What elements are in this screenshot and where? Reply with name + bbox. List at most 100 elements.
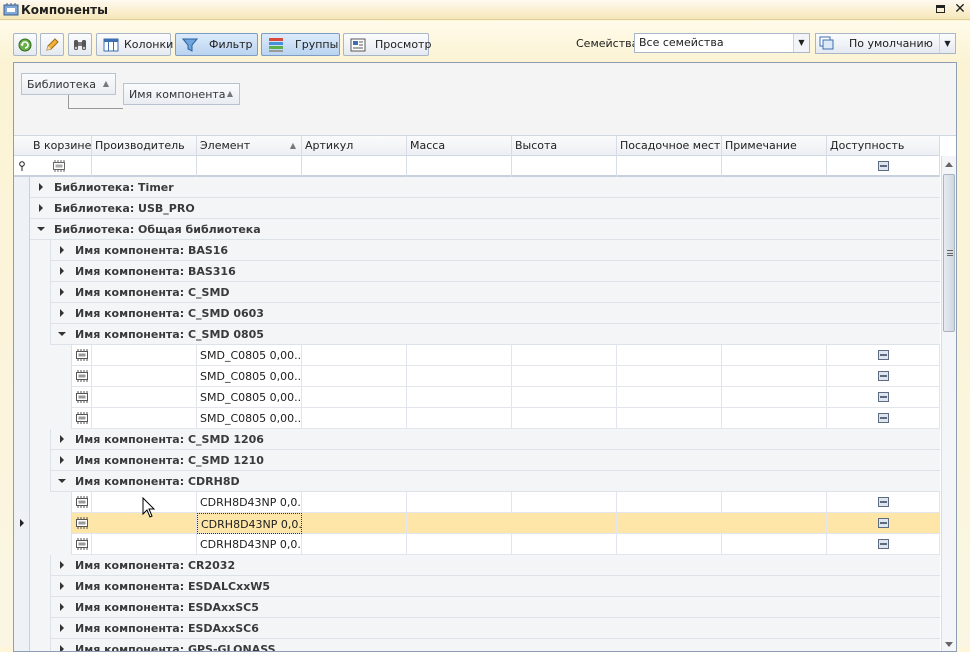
cell-element[interactable]: SMD_C0805 0,00... (197, 387, 302, 408)
expand-arrow-icon[interactable] (60, 624, 64, 632)
cell-note[interactable] (722, 492, 827, 513)
cell-availability[interactable] (827, 408, 940, 429)
cell-mass[interactable] (407, 408, 512, 429)
column-header-height[interactable]: Высота (512, 136, 617, 156)
cell-mass[interactable] (407, 492, 512, 513)
chevron-down-icon[interactable]: ▼ (939, 34, 955, 53)
cell-article[interactable] (302, 534, 407, 555)
cell-in-basket[interactable] (72, 513, 92, 534)
expand-arrow-icon[interactable] (60, 456, 64, 464)
cell-height[interactable] (512, 513, 617, 534)
group-row-library[interactable]: Библиотека: Общая библиотека (14, 219, 940, 240)
cell-footprint[interactable] (617, 408, 722, 429)
scroll-down-icon[interactable] (945, 642, 953, 647)
column-header-note[interactable]: Примечание (722, 136, 827, 156)
column-header-manufacturer[interactable]: Производитель (92, 136, 197, 156)
group-row-library[interactable]: Библиотека: Timer (14, 177, 940, 198)
cell-element[interactable]: SMD_C0805 0,00... (197, 366, 302, 387)
cell-height[interactable] (512, 534, 617, 555)
families-select[interactable]: Все семейства ▼ (634, 33, 810, 53)
cell-article[interactable] (302, 513, 407, 534)
cell-note[interactable] (722, 408, 827, 429)
group-row-component[interactable]: Имя компонента: ESDALCxxW5 (14, 576, 940, 597)
table-row[interactable]: SMD_C0805 0,00... (14, 387, 940, 408)
group-row-component[interactable]: Имя компонента: BAS316 (14, 261, 940, 282)
group-row-component[interactable]: Имя компонента: BAS16 (14, 240, 940, 261)
expand-arrow-icon[interactable] (60, 309, 64, 317)
cell-manufacturer[interactable] (92, 387, 197, 408)
scroll-thumb[interactable] (943, 174, 955, 332)
expand-arrow-icon[interactable] (39, 183, 43, 191)
cell-note[interactable] (722, 366, 827, 387)
cell-article[interactable] (302, 492, 407, 513)
column-header-element[interactable]: Элемент ▲ (197, 136, 302, 156)
cell-in-basket[interactable] (72, 534, 92, 555)
find-button[interactable] (68, 33, 92, 56)
cell-height[interactable] (512, 408, 617, 429)
filter-cell-mass[interactable] (407, 156, 512, 177)
filter-cell-height[interactable] (512, 156, 617, 177)
cell-availability[interactable] (827, 492, 940, 513)
group-row-component[interactable]: Имя компонента: CR2032 (14, 555, 940, 576)
cell-availability[interactable] (827, 387, 940, 408)
table-row[interactable]: SMD_C0805 0,00... (14, 345, 940, 366)
column-header-mass[interactable]: Масса (407, 136, 512, 156)
filter-cell-footprint[interactable] (617, 156, 722, 177)
view-preset-select[interactable]: По умолчанию ▼ (815, 33, 956, 54)
table-row[interactable]: CDRH8D43NP 0,0... (14, 534, 940, 555)
cell-footprint[interactable] (617, 345, 722, 366)
cell-footprint[interactable] (617, 366, 722, 387)
cell-manufacturer[interactable] (92, 408, 197, 429)
cell-article[interactable] (302, 387, 407, 408)
group-row-component[interactable]: Имя компонента: ESDAxxSC6 (14, 618, 940, 639)
table-row[interactable]: SMD_C0805 0,00... (14, 408, 940, 429)
group-chip-component-name[interactable]: Имя компонента ▲ (123, 83, 240, 105)
expand-arrow-icon[interactable] (60, 561, 64, 569)
column-header-availability[interactable]: Доступность (827, 136, 940, 156)
refresh-button[interactable] (13, 33, 37, 56)
column-header-in-basket[interactable]: В корзине (30, 136, 92, 156)
edit-button[interactable] (40, 33, 64, 56)
filter-cell-element[interactable] (197, 156, 302, 177)
cell-availability[interactable] (827, 534, 940, 555)
cell-article[interactable] (302, 366, 407, 387)
cell-footprint[interactable] (617, 513, 722, 534)
expand-arrow-icon[interactable] (60, 267, 64, 275)
group-row-component[interactable]: Имя компонента: C_SMD 1206 (14, 429, 940, 450)
scroll-up-icon[interactable] (945, 162, 953, 167)
filter-cell-article[interactable] (302, 156, 407, 177)
cell-in-basket[interactable] (72, 345, 92, 366)
cell-mass[interactable] (407, 366, 512, 387)
group-row-library[interactable]: Библиотека: USB_PRO (14, 198, 940, 219)
expand-arrow-icon[interactable] (60, 603, 64, 611)
expand-arrow-icon[interactable] (60, 288, 64, 296)
close-button[interactable]: ✕ (953, 2, 967, 16)
group-row-component[interactable]: Имя компонента: ESDAxxSC5 (14, 597, 940, 618)
group-row-component[interactable]: Имя компонента: C_SMD 0603 (14, 303, 940, 324)
cell-article[interactable] (302, 408, 407, 429)
cell-availability[interactable] (827, 513, 940, 534)
group-row-component[interactable]: Имя компонента: C_SMD 1210 (14, 450, 940, 471)
vertical-scrollbar[interactable] (941, 156, 956, 651)
group-row-component[interactable]: Имя компонента: CDRH8D (14, 471, 940, 492)
table-row[interactable]: SMD_C0805 0,00... (14, 366, 940, 387)
cell-footprint[interactable] (617, 387, 722, 408)
expand-arrow-icon[interactable] (60, 246, 64, 254)
maximize-button[interactable] (934, 2, 948, 16)
cell-mass[interactable] (407, 387, 512, 408)
expand-arrow-icon[interactable] (60, 435, 64, 443)
cell-footprint[interactable] (617, 534, 722, 555)
expand-arrow-icon[interactable] (60, 582, 64, 590)
cell-element[interactable]: CDRH8D43NP 0,0... (197, 534, 302, 555)
cell-manufacturer[interactable] (92, 345, 197, 366)
group-chip-library[interactable]: Библиотека ▲ (21, 73, 116, 95)
cell-element[interactable]: SMD_C0805 0,00... (197, 345, 302, 366)
filter-button[interactable]: Фильтр (175, 33, 258, 56)
cell-mass[interactable] (407, 345, 512, 366)
cell-element[interactable]: CDRH8D43NP 0,0... (197, 513, 302, 534)
cell-in-basket[interactable] (72, 387, 92, 408)
chevron-down-icon[interactable]: ▼ (793, 34, 809, 52)
filter-cell-availability[interactable] (827, 156, 940, 177)
cell-note[interactable] (722, 345, 827, 366)
cell-manufacturer[interactable] (92, 366, 197, 387)
